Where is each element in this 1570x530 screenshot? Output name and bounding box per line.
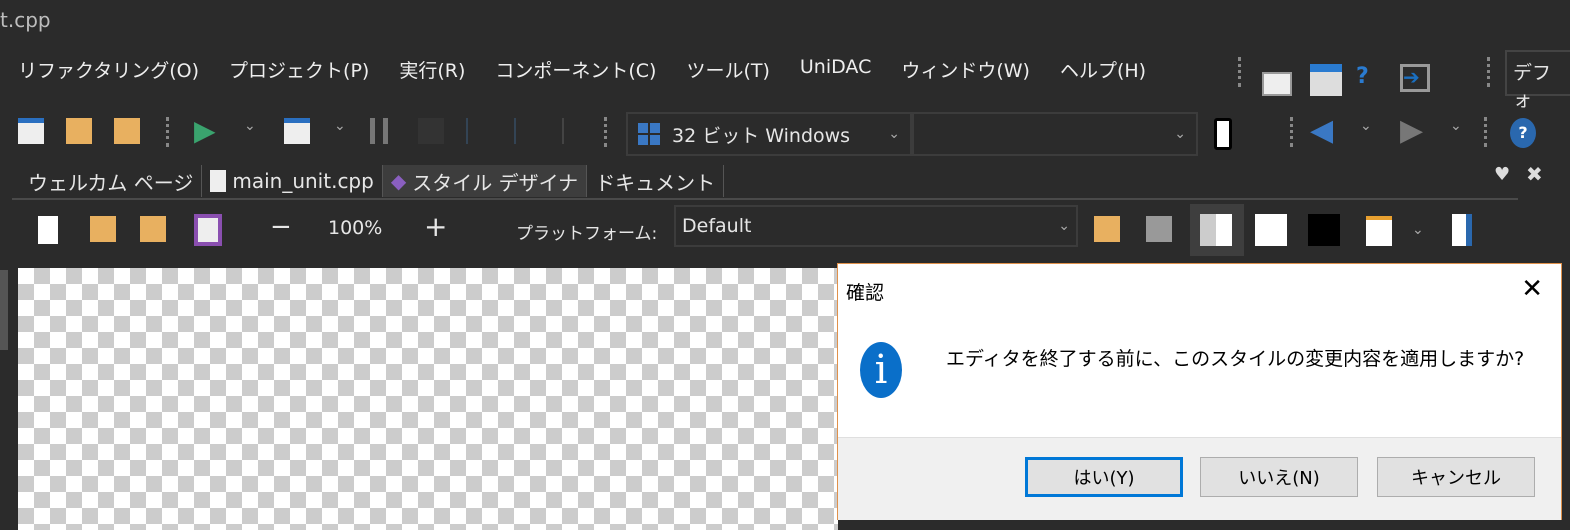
menu-project[interactable]: プロジェクト(P) — [229, 56, 369, 83]
run-until-return-icon[interactable] — [562, 118, 588, 144]
open-project-icon[interactable] — [18, 118, 44, 144]
new-object-icon[interactable] — [1366, 216, 1392, 246]
style-canvas[interactable] — [18, 268, 838, 530]
zoom-in-button[interactable]: + — [424, 210, 447, 243]
checker-icon — [1200, 214, 1232, 246]
tab-main-unit[interactable]: main_unit.cpp — [202, 165, 383, 197]
open-style-icon[interactable] — [90, 216, 116, 242]
chevron-down-icon[interactable]: ⌄ — [334, 118, 360, 144]
add-folder-icon[interactable] — [140, 216, 166, 242]
zoom-level: 100% — [328, 217, 383, 239]
platform-select-value: Default — [682, 215, 752, 237]
chevron-down-icon[interactable]: ⌄ — [1360, 118, 1386, 144]
chevron-down-icon: ⌄ — [888, 126, 900, 142]
add-to-project-icon[interactable] — [66, 118, 92, 144]
config-combo[interactable]: ⌄ — [912, 112, 1198, 156]
tab-label: main_unit.cpp — [232, 169, 374, 193]
menu-unidac[interactable]: UniDAC — [800, 56, 871, 83]
window-title: t.cpp — [0, 8, 51, 32]
menu-bar: リファクタリング(O) プロジェクト(P) 実行(R) コンポーネント(C) ツ… — [18, 56, 1176, 83]
stop-icon[interactable] — [418, 118, 444, 144]
tab-welcome[interactable]: ウェルカム ページ — [20, 165, 203, 197]
menu-tools[interactable]: ツール(T) — [686, 56, 769, 83]
dialog-title: 確認 — [846, 282, 885, 304]
platform-label: プラットフォーム: — [516, 224, 658, 244]
editor-tabs: ウェルカム ページ main_unit.cpp ◆ スタイル デザイナ ドキュメン… — [20, 165, 725, 197]
forward-arrow-icon[interactable]: ▶ — [1400, 116, 1426, 146]
tab-style-designer[interactable]: ◆ スタイル デザイナ — [382, 165, 588, 197]
chevron-down-icon: ⌄ — [1174, 126, 1186, 142]
info-icon: i — [860, 342, 902, 398]
cancel-button[interactable]: キャンセル — [1377, 457, 1535, 497]
white-background-button[interactable] — [1255, 214, 1287, 246]
close-tab-icon[interactable]: ✖ — [1526, 162, 1543, 186]
tab-label: ドキュメント — [595, 170, 716, 195]
black-background-button[interactable] — [1308, 214, 1340, 246]
yes-button[interactable]: はい(Y) — [1025, 457, 1183, 497]
tab-list-icon[interactable]: ♥ — [1494, 164, 1510, 185]
dialog-message: エディタを終了する前に、このスタイルの変更内容を適用しますか? — [946, 348, 1525, 370]
menu-window[interactable]: ウィンドウ(W) — [901, 56, 1030, 83]
menu-help[interactable]: ヘルプ(H) — [1060, 56, 1146, 83]
toolbar-separator — [1487, 57, 1490, 87]
chevron-down-icon[interactable]: ⌄ — [1450, 118, 1476, 144]
run-icon[interactable]: ▶ — [194, 117, 220, 145]
trace-into-icon[interactable] — [514, 118, 540, 144]
step-over-icon[interactable] — [466, 118, 492, 144]
side-panel-strip — [0, 270, 8, 350]
save-icon[interactable] — [194, 214, 222, 246]
toolbar-separator — [604, 117, 607, 147]
style-designer-icon: ◆ — [390, 169, 407, 193]
toolbar-separator — [166, 117, 169, 147]
platform-value: 32 ビット Windows — [672, 124, 851, 147]
file-icon — [210, 170, 227, 192]
add-platform-icon[interactable] — [1094, 216, 1120, 242]
zoom-out-button[interactable]: − — [270, 212, 292, 242]
remove-from-project-icon[interactable] — [114, 118, 140, 144]
device-icon[interactable] — [1214, 118, 1232, 150]
no-button[interactable]: いいえ(N) — [1200, 457, 1358, 497]
new-style-icon[interactable] — [38, 216, 58, 244]
close-icon[interactable]: ✕ — [1521, 274, 1543, 304]
platform-select[interactable]: Default ⌄ — [674, 205, 1078, 247]
help-icon[interactable]: ? — [1510, 118, 1536, 148]
run-without-debug-icon[interactable] — [284, 118, 310, 144]
remove-platform-icon[interactable] — [1146, 216, 1172, 242]
sign-in-icon[interactable]: ➔ — [1400, 64, 1430, 92]
dialog-footer: はい(Y) いいえ(N) キャンセル — [838, 437, 1561, 520]
platform-combo[interactable]: 32 ビット Windows ⌄ — [626, 112, 912, 156]
windows-icon — [638, 123, 660, 145]
checker-background-button[interactable] — [1190, 204, 1244, 256]
menu-component[interactable]: コンポーネント(C) — [495, 56, 656, 83]
help-chat-icon[interactable]: ? — [1356, 64, 1386, 94]
toolbar-separator — [1484, 117, 1487, 147]
tab-document[interactable]: ドキュメント — [587, 165, 725, 197]
toolbar-separator — [1290, 117, 1293, 147]
confirm-dialog: 確認 ✕ i エディタを終了する前に、このスタイルの変更内容を適用しますか? は… — [837, 263, 1562, 520]
calendar-icon[interactable] — [1310, 64, 1342, 96]
mail-icon[interactable] — [1262, 72, 1292, 96]
chevron-down-icon[interactable]: ⌄ — [244, 118, 270, 144]
tab-label: スタイル デザイナ — [412, 170, 579, 195]
pause-icon[interactable] — [370, 118, 388, 144]
chevron-down-icon: ⌄ — [1058, 218, 1070, 234]
layout-combo[interactable]: デフォ — [1505, 50, 1570, 111]
chevron-down-icon[interactable]: ⌄ — [1412, 222, 1438, 248]
preview-icon[interactable] — [1452, 214, 1472, 246]
menu-run[interactable]: 実行(R) — [399, 56, 465, 83]
back-arrow-icon[interactable]: ◀ — [1310, 116, 1336, 146]
tab-divider — [12, 198, 1518, 200]
menu-refactoring[interactable]: リファクタリング(O) — [18, 56, 199, 83]
tab-label: ウェルカム ページ — [28, 170, 194, 195]
toolbar-separator — [1238, 57, 1241, 87]
